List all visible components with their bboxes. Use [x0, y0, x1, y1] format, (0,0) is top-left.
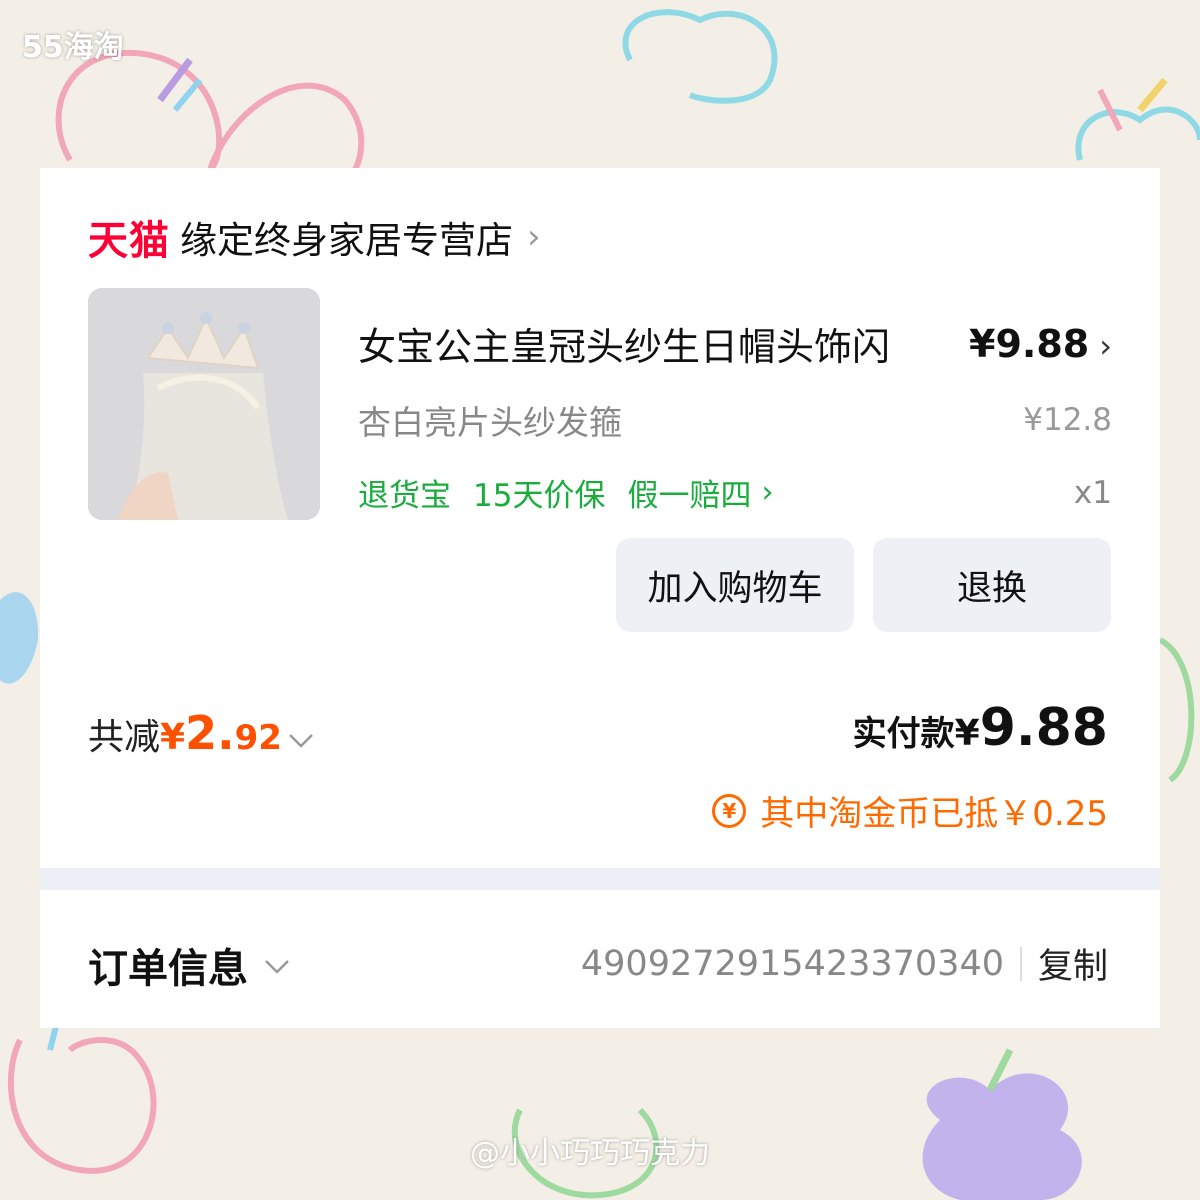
chevron-right-icon: ›	[527, 217, 541, 257]
product-price: ¥9.88	[969, 321, 1090, 366]
discount-label: 共减	[88, 717, 161, 758]
order-item-card: 天猫 缘定终身家居专营店 › 女宝公主皇冠头纱生日帽头饰闪 ¥9.88 › 杏白亮…	[40, 168, 1160, 868]
store-header[interactable]: 天猫 缘定终身家居专营店 ›	[88, 208, 541, 266]
order-info-toggle[interactable]: 订单信息	[88, 936, 290, 994]
section-divider	[40, 868, 1160, 890]
chevron-down-icon	[264, 949, 290, 982]
chevron-right-icon: ›	[761, 475, 774, 510]
chevron-down-icon	[288, 723, 314, 756]
product-price-group: ¥9.88 ›	[969, 322, 1112, 366]
divider	[1019, 946, 1022, 981]
return-exchange-button[interactable]: 退换	[873, 538, 1111, 632]
discount-currency: ¥	[160, 717, 186, 758]
product-sku: 杏白亮片头纱发箍	[358, 403, 622, 442]
quantity: x1	[1073, 474, 1112, 511]
store-name[interactable]: 缘定终身家居专营店	[180, 210, 513, 264]
tmall-logo: 天猫	[88, 218, 170, 264]
original-price: ¥12.8	[1023, 402, 1112, 438]
service-row: 退货宝 15天价保 假一赔四 › x1	[358, 470, 1112, 515]
paid-currency: ¥	[954, 713, 980, 754]
order-number-row: 4909272915423370340 复制	[581, 938, 1108, 989]
order-info-label: 订单信息	[88, 946, 248, 992]
service-tags[interactable]: 退货宝 15天价保 假一赔四 ›	[358, 470, 773, 515]
watermark-bottom: @小小巧巧巧克力	[470, 1136, 710, 1171]
sku-row: 杏白亮片头纱发箍 ¥12.8	[358, 396, 1112, 444]
discount-summary[interactable]: 共减 ¥ 2. 92	[88, 706, 314, 760]
chevron-right-icon: ›	[1099, 326, 1112, 365]
service-tag: 假一赔四	[627, 478, 752, 514]
add-to-cart-button[interactable]: 加入购物车	[616, 538, 854, 632]
order-number: 4909272915423370340	[580, 943, 1004, 984]
paid-label: 实付款	[852, 714, 955, 754]
paid-amount: 9.88	[979, 698, 1108, 758]
coin-icon: ¥	[712, 793, 747, 828]
taobao-coin-note: ¥ 其中淘金币已抵￥0.25	[712, 786, 1108, 835]
order-info-card: 订单信息 4909272915423370340 复制	[40, 890, 1160, 1028]
discount-amount-int: 2.	[185, 706, 235, 760]
paid-summary: 实付款 ¥ 9.88	[853, 698, 1108, 758]
copy-button[interactable]: 复制	[1038, 938, 1108, 989]
product-title-row[interactable]: 女宝公主皇冠头纱生日帽头饰闪 ¥9.88 ›	[358, 316, 1112, 371]
product-thumbnail[interactable]	[88, 288, 320, 520]
discount-amount-dec: 92	[234, 718, 282, 758]
service-tag: 15天价保	[473, 478, 606, 514]
watermark-top-left: 55海淘	[22, 30, 124, 65]
service-tag: 退货宝	[358, 478, 451, 514]
product-title[interactable]: 女宝公主皇冠头纱生日帽头饰闪	[358, 316, 890, 371]
coin-text: 其中淘金币已抵￥0.25	[760, 794, 1108, 834]
